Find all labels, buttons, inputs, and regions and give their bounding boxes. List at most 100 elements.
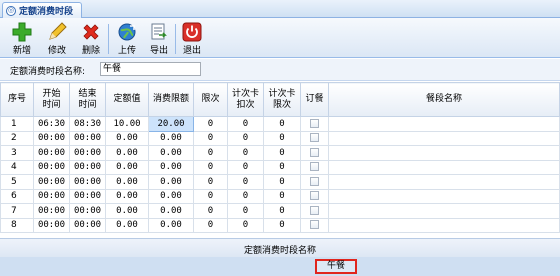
upload-button[interactable]: 上传 — [111, 22, 143, 56]
cell-fixed-amount[interactable]: 0.00 — [105, 130, 149, 146]
delete-button[interactable]: 删除 — [75, 22, 107, 56]
header-limit-amount[interactable]: 消费限额 — [148, 82, 194, 117]
header-limit-times[interactable]: 限次 — [193, 82, 228, 117]
cell-meal-name[interactable] — [328, 174, 560, 190]
cell-start-time[interactable]: 00:00 — [33, 174, 70, 190]
header-end-time[interactable]: 结束 时间 — [69, 82, 106, 117]
cell-no[interactable]: 1 — [0, 116, 34, 132]
header-fixed-amount[interactable]: 定额值 — [105, 82, 149, 117]
add-button[interactable]: 新增 — [6, 22, 38, 56]
cell-fixed-amount[interactable]: 0.00 — [105, 174, 149, 190]
cell-limit-times[interactable]: 0 — [193, 159, 228, 175]
cell-card-deduct-times[interactable]: 0 — [227, 174, 264, 190]
cell-limit-amount[interactable]: 0.00 — [148, 145, 194, 161]
cell-meal-name[interactable] — [328, 130, 560, 146]
cell-card-deduct-times[interactable]: 0 — [227, 130, 264, 146]
cell-start-time[interactable]: 00:00 — [33, 203, 70, 219]
cell-card-deduct-times[interactable]: 0 — [227, 159, 264, 175]
cell-start-time[interactable]: 00:00 — [33, 159, 70, 175]
cell-no[interactable]: 7 — [0, 203, 34, 219]
cell-start-time[interactable]: 06:30 — [33, 116, 70, 132]
order-checkbox[interactable] — [310, 162, 319, 172]
table-row[interactable]: 6 00:00 00:00 0.00 0.00 0 0 0 — [0, 188, 560, 204]
table-row[interactable]: 2 00:00 00:00 0.00 0.00 0 0 0 — [0, 130, 560, 146]
cell-card-limit-times[interactable]: 0 — [263, 217, 301, 233]
cell-meal-name[interactable] — [328, 203, 560, 219]
cell-no[interactable]: 4 — [0, 159, 34, 175]
cell-fixed-amount[interactable]: 0.00 — [105, 203, 149, 219]
table-row[interactable]: 1 06:30 08:30 10.00 20.00 0 0 0 — [0, 116, 560, 132]
tab-fixed-consumption-period[interactable]: ◎ 定额消费时段 — [2, 2, 83, 18]
cell-card-limit-times[interactable]: 0 — [263, 174, 301, 190]
cell-start-time[interactable]: 00:00 — [33, 188, 70, 204]
cell-end-time[interactable]: 00:00 — [69, 217, 106, 233]
footer-selected-period[interactable]: 午餐 — [315, 259, 357, 274]
cell-card-limit-times[interactable]: 0 — [263, 145, 301, 161]
cell-end-time[interactable]: 00:00 — [69, 203, 106, 219]
cell-card-deduct-times[interactable]: 0 — [227, 217, 264, 233]
exit-button[interactable]: 退出 — [176, 22, 208, 56]
cell-no[interactable]: 5 — [0, 174, 34, 190]
cell-card-limit-times[interactable]: 0 — [263, 203, 301, 219]
cell-end-time[interactable]: 00:00 — [69, 145, 106, 161]
header-order[interactable]: 订餐 — [300, 82, 329, 117]
cell-start-time[interactable]: 00:00 — [33, 130, 70, 146]
cell-limit-times[interactable]: 0 — [193, 203, 228, 219]
cell-fixed-amount[interactable]: 0.00 — [105, 159, 149, 175]
table-row[interactable]: 8 00:00 00:00 0.00 0.00 0 0 0 — [0, 217, 560, 233]
table-row[interactable]: 3 00:00 00:00 0.00 0.00 0 0 0 — [0, 145, 560, 161]
cell-no[interactable]: 3 — [0, 145, 34, 161]
cell-limit-times[interactable]: 0 — [193, 145, 228, 161]
order-checkbox[interactable] — [310, 118, 319, 128]
cell-no[interactable]: 8 — [0, 217, 34, 233]
cell-limit-times[interactable]: 0 — [193, 116, 228, 132]
table-row[interactable]: 4 00:00 00:00 0.00 0.00 0 0 0 — [0, 159, 560, 175]
cell-limit-amount[interactable]: 20.00 — [148, 116, 194, 132]
export-button[interactable]: 导出 — [143, 22, 175, 56]
edit-button[interactable]: 修改 — [41, 22, 73, 56]
order-checkbox[interactable] — [310, 205, 319, 215]
cell-meal-name[interactable] — [328, 188, 560, 204]
cell-card-limit-times[interactable]: 0 — [263, 116, 301, 132]
cell-limit-times[interactable]: 0 — [193, 217, 228, 233]
cell-fixed-amount[interactable]: 0.00 — [105, 217, 149, 233]
cell-meal-name[interactable] — [328, 116, 560, 132]
cell-meal-name[interactable] — [328, 217, 560, 233]
cell-start-time[interactable]: 00:00 — [33, 145, 70, 161]
cell-limit-amount[interactable]: 0.00 — [148, 203, 194, 219]
order-checkbox[interactable] — [310, 191, 319, 201]
cell-limit-times[interactable]: 0 — [193, 130, 228, 146]
cell-limit-amount[interactable]: 0.00 — [148, 159, 194, 175]
cell-limit-amount[interactable]: 0.00 — [148, 174, 194, 190]
table-row[interactable]: 7 00:00 00:00 0.00 0.00 0 0 0 — [0, 203, 560, 219]
cell-card-deduct-times[interactable]: 0 — [227, 145, 264, 161]
cell-card-limit-times[interactable]: 0 — [263, 159, 301, 175]
cell-no[interactable]: 6 — [0, 188, 34, 204]
period-name-input[interactable]: 午餐 — [100, 62, 201, 76]
table-row[interactable]: 5 00:00 00:00 0.00 0.00 0 0 0 — [0, 174, 560, 190]
cell-end-time[interactable]: 00:00 — [69, 159, 106, 175]
cell-limit-amount[interactable]: 0.00 — [148, 188, 194, 204]
cell-limit-times[interactable]: 0 — [193, 174, 228, 190]
cell-card-limit-times[interactable]: 0 — [263, 130, 301, 146]
order-checkbox[interactable] — [310, 147, 319, 157]
cell-card-deduct-times[interactable]: 0 — [227, 116, 264, 132]
order-checkbox[interactable] — [310, 220, 319, 230]
order-checkbox[interactable] — [310, 176, 319, 186]
header-start-time[interactable]: 开始 时间 — [33, 82, 70, 117]
cell-end-time[interactable]: 08:30 — [69, 116, 106, 132]
cell-card-deduct-times[interactable]: 0 — [227, 203, 264, 219]
header-card-deduct-times[interactable]: 计次卡 扣次 — [227, 82, 264, 117]
cell-meal-name[interactable] — [328, 159, 560, 175]
cell-fixed-amount[interactable]: 0.00 — [105, 145, 149, 161]
cell-limit-amount[interactable]: 0.00 — [148, 130, 194, 146]
cell-fixed-amount[interactable]: 10.00 — [105, 116, 149, 132]
cell-no[interactable]: 2 — [0, 130, 34, 146]
cell-limit-times[interactable]: 0 — [193, 188, 228, 204]
order-checkbox[interactable] — [310, 133, 319, 143]
cell-end-time[interactable]: 00:00 — [69, 188, 106, 204]
cell-end-time[interactable]: 00:00 — [69, 130, 106, 146]
cell-fixed-amount[interactable]: 0.00 — [105, 188, 149, 204]
cell-limit-amount[interactable]: 0.00 — [148, 217, 194, 233]
cell-meal-name[interactable] — [328, 145, 560, 161]
